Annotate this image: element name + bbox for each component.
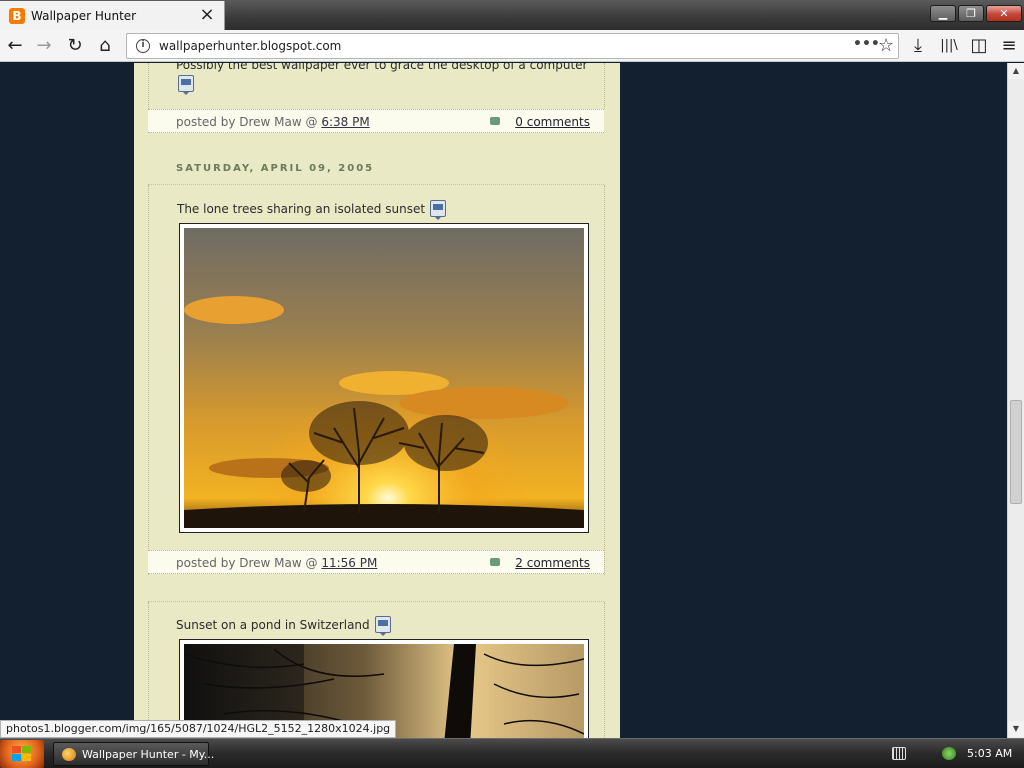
post-body-text: Possibly the best wallpaper ever to grac… [176,63,587,72]
taskbar: Wallpaper Hunter - My... 5:03 AM [0,738,1024,768]
post-footer: posted by Drew Maw @ 6:38 PM 0 comments [148,109,604,133]
scroll-thumb[interactable] [1010,400,1022,504]
post-byline: posted by Drew Maw @ 6:38 PM [176,115,370,129]
taskbar-item-browser[interactable]: Wallpaper Hunter - My... [53,742,214,766]
scroll-down-icon[interactable]: ▼ [1008,721,1024,737]
tab-title: Wallpaper Hunter [31,9,137,23]
home-icon[interactable]: ⌂ [94,35,116,57]
sidebar-icon[interactable]: ◫ [968,35,990,57]
windows-logo-icon [12,746,32,762]
close-window-button[interactable]: ✕ [986,5,1022,22]
library-icon[interactable]: |||\ [938,35,960,57]
back-arrow-icon[interactable]: ← [4,35,26,57]
quick-edit-icon[interactable] [430,200,447,220]
post-border [148,185,149,575]
page-viewport: Possibly the best wallpaper ever to grac… [0,63,1024,738]
post-title: The lone trees sharing an isolated sunse… [177,200,447,220]
sunset-trees-image[interactable] [184,228,584,528]
post-border [604,602,605,738]
site-info-icon[interactable]: i [136,39,150,53]
quick-edit-icon[interactable] [178,75,194,95]
quick-edit-icon[interactable] [374,616,391,636]
forward-arrow-icon[interactable]: → [33,35,55,57]
page-actions-icon[interactable]: ••• [853,36,880,52]
post-divider [148,601,604,602]
post-border [604,185,605,575]
bookmark-star-icon[interactable]: ☆ [878,35,894,56]
comment-icon [490,558,500,566]
comment-icon [490,117,500,125]
date-header: SATURDAY, APRIL 09, 2005 [176,163,375,174]
menu-icon[interactable]: ≡ [998,35,1020,57]
post-title-text: Sunset on a pond in Switzerland [176,618,370,632]
post-footer: posted by Drew Maw @ 11:56 PM 2 comments [148,550,604,574]
blog-main-column: Possibly the best wallpaper ever to grac… [134,63,620,738]
taskbar-item-label: Wallpaper Hunter - My... [82,748,215,761]
window-controls: ▁ ❐ ✕ [930,5,1022,22]
address-bar[interactable]: i wallpaperhunter.blogspot.com ••• ☆ [126,33,899,59]
keyboard-icon[interactable] [892,747,906,760]
post-timestamp-link[interactable]: 6:38 PM [321,115,369,129]
minimize-button[interactable]: ▁ [930,5,956,22]
tab-close-icon[interactable]: × [198,5,216,25]
reload-icon[interactable]: ↻ [64,35,86,57]
window-titlebar: B Wallpaper Hunter × ▁ ❐ ✕ [0,0,1024,30]
navigation-toolbar: ← → ↻ ⌂ i wallpaperhunter.blogspot.com •… [0,30,1024,62]
post-text: Possibly the best wallpaper ever to grac… [176,63,588,72]
link-status-url: photos1.blogger.com/img/165/5087/1024/HG… [0,720,397,738]
post-title: Sunset on a pond in Switzerland [176,616,391,636]
sunset-photo-link[interactable] [179,223,589,533]
browser-tab[interactable]: B Wallpaper Hunter × [0,1,225,30]
restore-button[interactable]: ❐ [958,5,984,22]
post-title-text: The lone trees sharing an isolated sunse… [177,202,426,216]
download-icon[interactable]: ⤓ [907,35,929,57]
byline-text: posted by Drew Maw @ [176,115,322,129]
browser-app-icon [62,748,76,761]
post-byline: posted by Drew Maw @ 11:56 PM [176,556,377,570]
url-text[interactable]: wallpaperhunter.blogspot.com [159,39,341,53]
start-button[interactable] [0,740,44,768]
taskbar-clock[interactable]: 5:03 AM [967,747,1012,760]
blogger-icon: B [9,8,25,24]
post-border [604,63,605,109]
scroll-up-icon[interactable]: ▲ [1008,63,1024,79]
page-scrollbar[interactable]: ▲ ▼ [1007,63,1024,738]
byline-text: posted by Drew Maw @ [176,556,322,570]
post-border [148,602,149,738]
post-border [148,63,149,109]
post-timestamp-link[interactable]: 11:56 PM [321,556,377,570]
network-icon[interactable] [942,747,956,760]
comments-link[interactable]: 2 comments [515,556,590,570]
date-divider [148,184,604,185]
comments-link[interactable]: 0 comments [515,115,590,129]
